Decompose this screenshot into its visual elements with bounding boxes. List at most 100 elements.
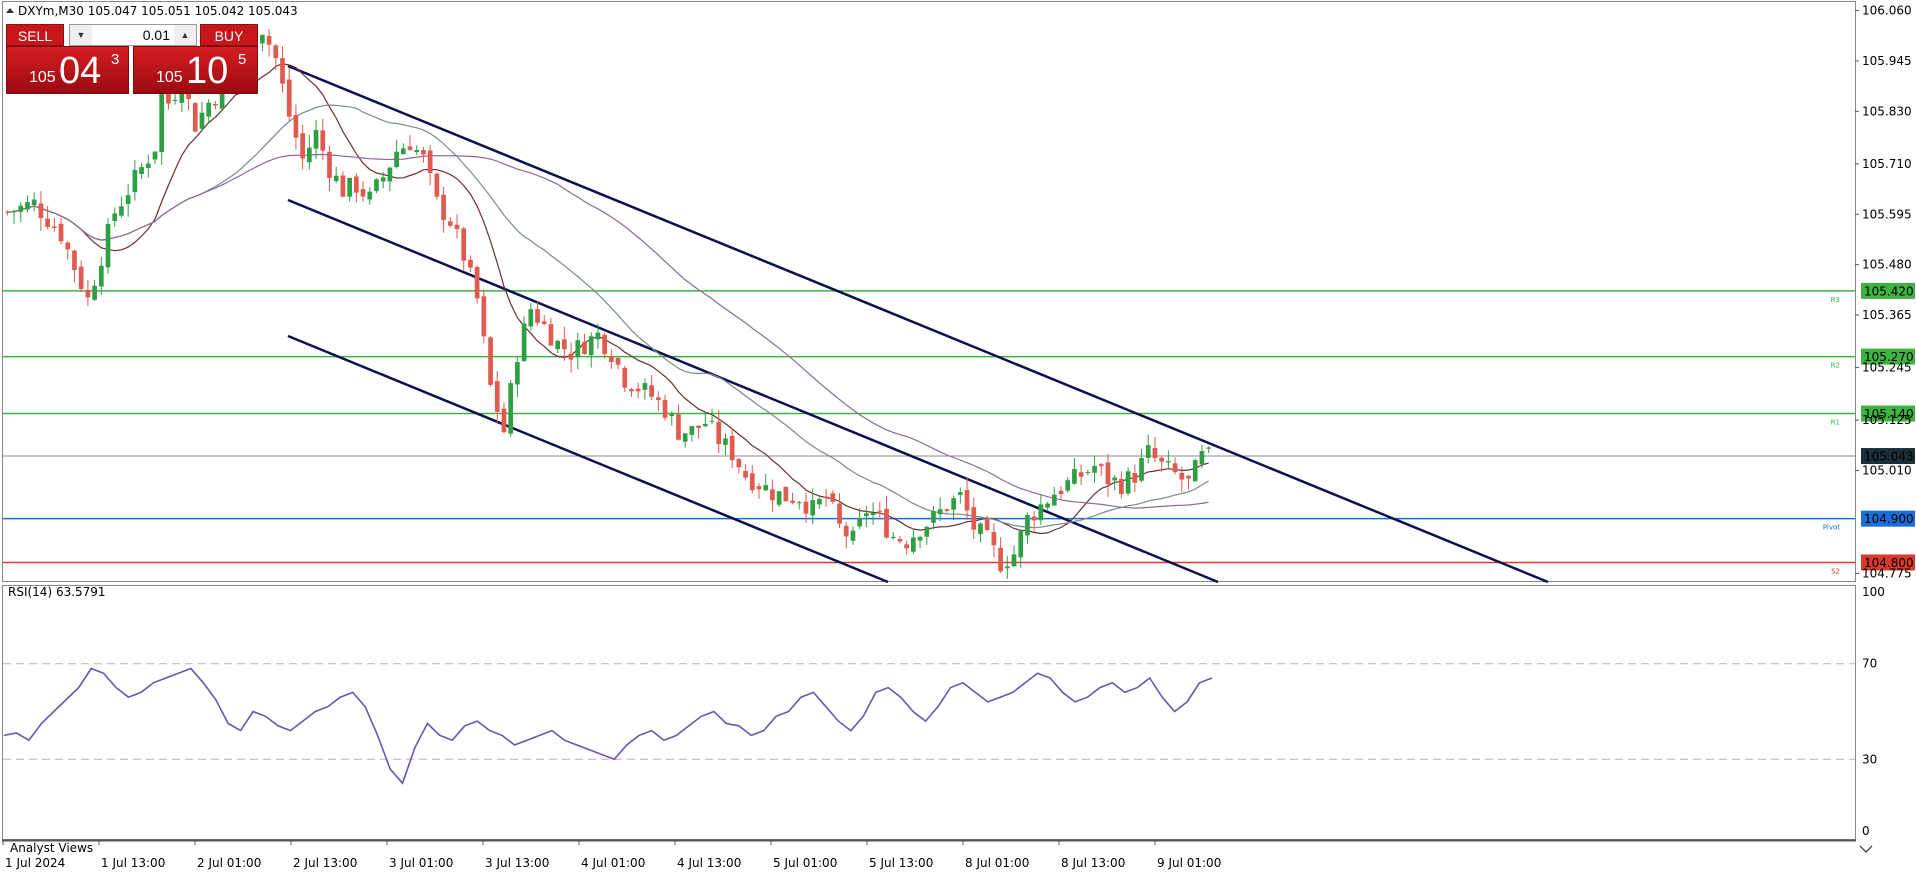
lot-stepper[interactable]: ▼ 0.01 ▲ <box>69 24 197 46</box>
candle <box>5 210 10 216</box>
rsi-label: RSI(14) 63.5791 <box>8 585 106 599</box>
candle <box>528 302 534 331</box>
ma-medium-line <box>7 104 1209 529</box>
time-tick-label: 1 Jul 13:00 <box>101 856 165 870</box>
candle <box>696 425 701 439</box>
level-tag: Pivot <box>1823 524 1840 532</box>
candle <box>454 214 460 239</box>
chevron-down-icon[interactable] <box>1859 845 1873 853</box>
candle <box>521 316 527 362</box>
candle <box>360 181 366 202</box>
candle <box>85 279 91 306</box>
candle <box>213 100 218 110</box>
lot-increase-icon[interactable]: ▲ <box>174 25 196 45</box>
candle <box>555 339 561 354</box>
candle <box>978 522 983 543</box>
candle <box>830 490 836 505</box>
candle <box>98 256 104 296</box>
candle <box>568 342 574 373</box>
candle <box>897 535 903 544</box>
lot-input[interactable]: 0.01 <box>92 25 174 45</box>
candle <box>494 371 500 424</box>
time-tick-label: 8 Jul 13:00 <box>1061 856 1125 870</box>
candle <box>353 173 359 203</box>
channel-line-1[interactable] <box>287 64 1549 584</box>
candle <box>51 217 57 232</box>
current-price-label: 105.043 <box>1864 450 1914 464</box>
candle <box>655 391 661 412</box>
price-tick-label: 105.125 <box>1862 413 1912 427</box>
candle <box>817 497 822 509</box>
candle <box>622 365 628 392</box>
time-axis: 1 Jul 2024 1 Jul 13:00 2 Jul 01:00 2 Jul 13… <box>2 840 1221 870</box>
candle <box>850 526 856 545</box>
candle <box>1065 477 1071 493</box>
triangle-up-icon[interactable] <box>6 8 14 13</box>
rsi-indicator: 100 70 30 0 <box>3 585 1885 838</box>
candlestick-series <box>5 27 1211 579</box>
rsi-tick-label: 0 <box>1862 824 1870 838</box>
candle <box>1045 501 1050 511</box>
channel-line-3[interactable] <box>287 334 889 584</box>
candle <box>266 28 272 57</box>
price-tick-label: 105.245 <box>1862 361 1912 375</box>
time-tick-label: 3 Jul 13:00 <box>485 856 549 870</box>
candle <box>1038 494 1044 525</box>
candle <box>971 497 977 539</box>
analyst-views-label[interactable]: Analyst Views <box>10 841 93 855</box>
buy-button[interactable]: BUY <box>200 24 258 46</box>
candle <box>468 255 473 273</box>
level-price-label: 105.420 <box>1864 284 1914 298</box>
candle <box>649 375 654 401</box>
candle <box>481 289 487 344</box>
candle <box>729 428 735 468</box>
regression-channel[interactable] <box>287 64 1549 584</box>
time-tick-label: 5 Jul 13:00 <box>869 856 933 870</box>
candle <box>1206 446 1211 453</box>
candle <box>192 102 198 132</box>
candle <box>843 521 849 549</box>
candle <box>501 402 507 434</box>
candle <box>1145 434 1151 464</box>
candle <box>864 505 869 527</box>
candle <box>609 349 614 369</box>
price-tick-label: 105.830 <box>1862 104 1912 118</box>
support-resistance-levels: 105.420R3105.270R2105.140R1104.900Pivot1… <box>3 282 1915 575</box>
trading-chart[interactable]: DXYm,M30 105.047 105.051 105.042 105.043… <box>0 0 1916 874</box>
sell-price-button[interactable]: 105 04 3 <box>6 46 129 94</box>
candle <box>535 301 540 326</box>
candle <box>327 145 332 192</box>
lot-decrease-icon[interactable]: ▼ <box>70 25 92 45</box>
sell-button[interactable]: SELL <box>6 24 64 46</box>
candle <box>119 196 124 218</box>
candle <box>260 34 265 52</box>
rsi-tick-label: 100 <box>1862 585 1885 599</box>
level-tag: R2 <box>1831 362 1840 370</box>
candle <box>676 404 681 441</box>
candle <box>957 487 963 504</box>
candle <box>951 495 956 521</box>
candle <box>682 433 688 448</box>
candle <box>1152 436 1158 462</box>
level-price-label: 104.900 <box>1864 512 1914 526</box>
candle <box>998 537 1003 574</box>
candle <box>152 151 158 165</box>
price-tick-label: 106.060 <box>1862 4 1912 18</box>
candle <box>474 265 480 304</box>
level-tag: R1 <box>1831 419 1840 427</box>
candle <box>1004 555 1010 579</box>
buy-price-button[interactable]: 105 10 5 <box>133 46 258 94</box>
candle <box>602 333 607 359</box>
candle <box>387 166 393 192</box>
candle <box>1125 467 1131 496</box>
candle <box>1011 545 1017 568</box>
sell-fraction: 3 <box>111 51 120 68</box>
candle <box>763 474 769 492</box>
candle <box>937 497 943 522</box>
candle <box>770 479 775 512</box>
price-tick-label: 104.775 <box>1862 566 1912 580</box>
candle <box>1166 450 1171 469</box>
candle <box>1051 486 1057 506</box>
candle <box>1072 458 1077 485</box>
candle <box>1172 457 1178 475</box>
